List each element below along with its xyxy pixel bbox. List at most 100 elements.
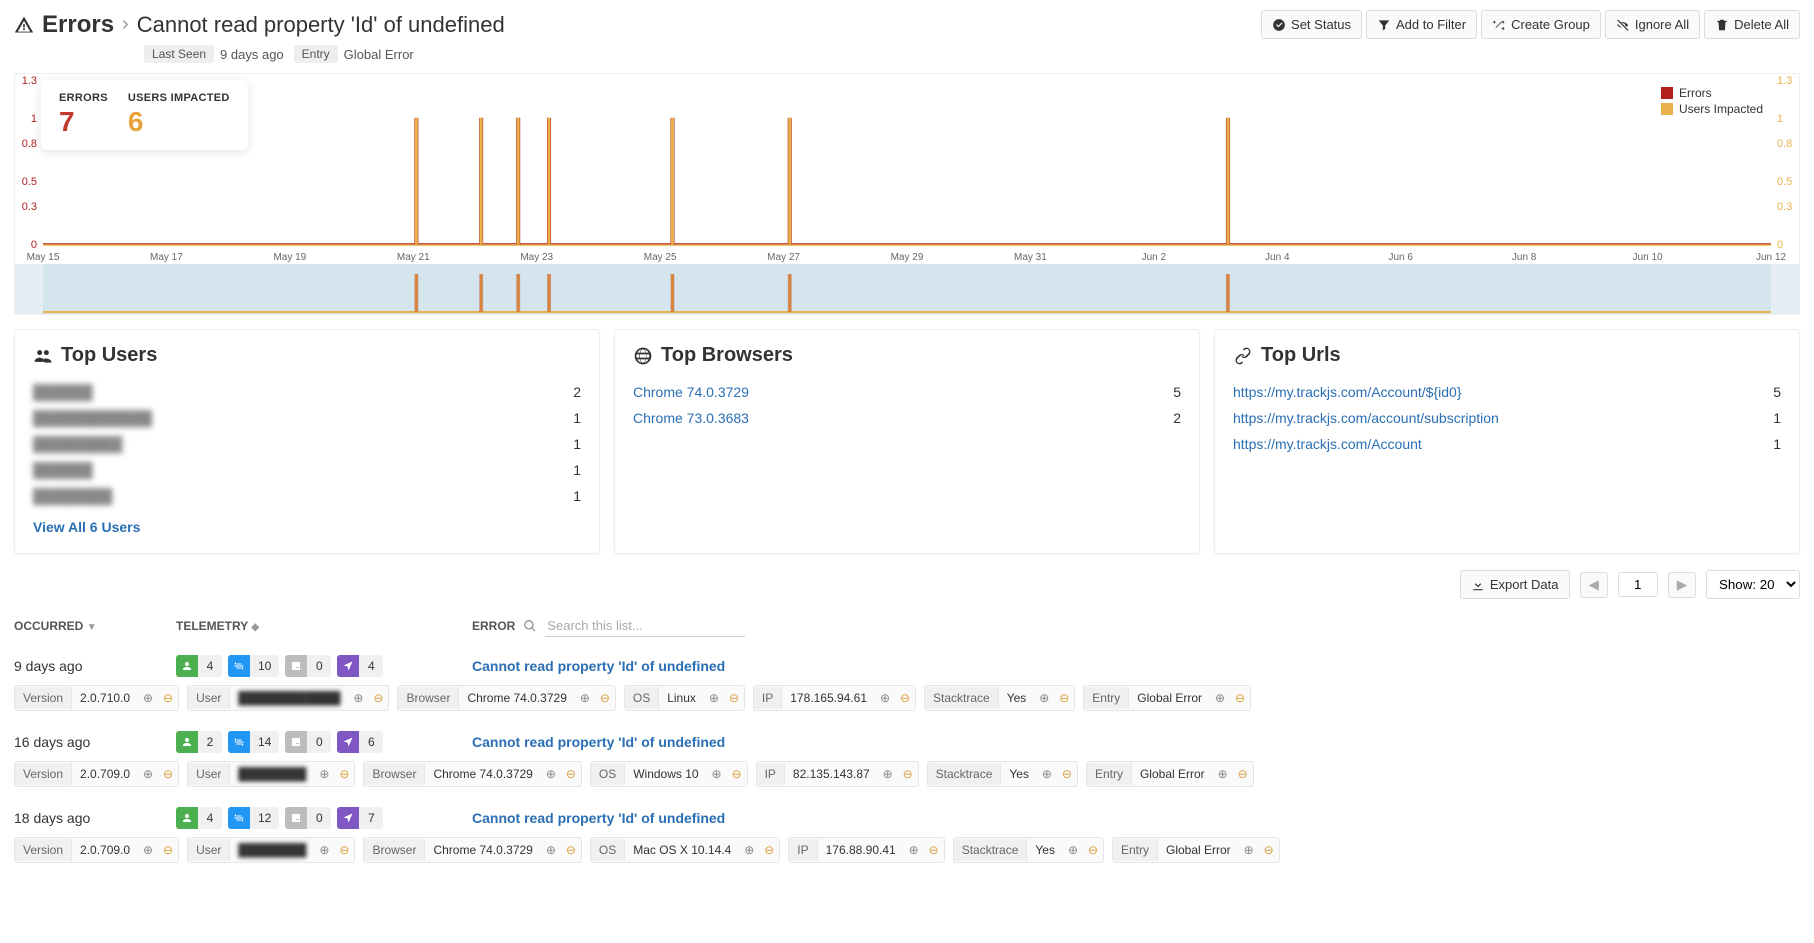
- chip-remove-filter[interactable]: ⊖: [368, 686, 388, 710]
- telemetry-user-badge[interactable]: 4: [176, 655, 222, 677]
- panel-row-label[interactable]: ████████: [33, 488, 112, 504]
- chip-remove-filter[interactable]: ⊖: [724, 686, 744, 710]
- chip-add-filter[interactable]: ⊕: [138, 838, 158, 862]
- chip-add-filter[interactable]: ⊕: [904, 838, 924, 862]
- panel-row[interactable]: https://my.trackjs.com/Account1: [1233, 431, 1781, 457]
- telemetry-net-badge[interactable]: 14: [228, 731, 279, 753]
- chip-remove-filter[interactable]: ⊖: [898, 762, 918, 786]
- telemetry-nav-badge[interactable]: 4: [337, 655, 383, 677]
- chip-remove-filter[interactable]: ⊖: [727, 762, 747, 786]
- telemetry-console-badge[interactable]: 0: [285, 731, 331, 753]
- chip-remove-filter[interactable]: ⊖: [158, 686, 178, 710]
- show-count-select[interactable]: Show: 20: [1706, 570, 1800, 599]
- panel-row-label[interactable]: ████████████: [33, 410, 152, 426]
- chip-remove-filter[interactable]: ⊖: [759, 838, 779, 862]
- telemetry-nav-badge[interactable]: 6: [337, 731, 383, 753]
- error-message-link[interactable]: Cannot read property 'Id' of undefined: [472, 734, 1800, 750]
- chip-add-filter[interactable]: ⊕: [1239, 838, 1259, 862]
- chip-remove-filter[interactable]: ⊖: [334, 838, 354, 862]
- panel-row-label[interactable]: https://my.trackjs.com/Account: [1233, 436, 1422, 452]
- ignore-all-button[interactable]: Ignore All: [1605, 10, 1700, 39]
- telemetry-user-badge[interactable]: 2: [176, 731, 222, 753]
- col-telemetry-header[interactable]: TELEMETRY ◆: [176, 619, 452, 633]
- chip-remove-filter[interactable]: ⊖: [1054, 686, 1074, 710]
- chip-add-filter[interactable]: ⊕: [1034, 686, 1054, 710]
- chip-remove-filter[interactable]: ⊖: [158, 838, 178, 862]
- chip-remove-filter[interactable]: ⊖: [1230, 686, 1250, 710]
- add-to-filter-button[interactable]: Add to Filter: [1366, 10, 1477, 39]
- chip-add-filter[interactable]: ⊕: [314, 762, 334, 786]
- chip-remove-filter[interactable]: ⊖: [334, 762, 354, 786]
- chip-add-filter[interactable]: ⊕: [875, 686, 895, 710]
- col-occurred-header[interactable]: OCCURRED ▼: [14, 619, 156, 633]
- telemetry-console-badge[interactable]: 0: [285, 655, 331, 677]
- panel-row-label[interactable]: https://my.trackjs.com/Account/${id0}: [1233, 384, 1462, 400]
- panel-row-label[interactable]: ██████: [33, 462, 93, 478]
- panel-row[interactable]: ████████████1: [33, 405, 581, 431]
- telemetry-nav-badge[interactable]: 7: [337, 807, 383, 829]
- chip-add-filter[interactable]: ⊕: [541, 838, 561, 862]
- telemetry-net-badge[interactable]: 10: [228, 655, 279, 677]
- telemetry-user-badge[interactable]: 4: [176, 807, 222, 829]
- chip-add-filter[interactable]: ⊕: [541, 762, 561, 786]
- chip-add-filter[interactable]: ⊕: [138, 686, 158, 710]
- panel-row-label[interactable]: Chrome 73.0.3683: [633, 410, 749, 426]
- main-chart-svg[interactable]: 00.30.50.811.300.30.50.811.3May 15May 17…: [15, 74, 1799, 264]
- chip-add-filter[interactable]: ⊕: [138, 762, 158, 786]
- brush-chart-svg[interactable]: [15, 264, 1799, 314]
- panel-row-label[interactable]: Chrome 74.0.3729: [633, 384, 749, 400]
- chip-label: Version: [15, 687, 72, 709]
- panel-row[interactable]: ██████1: [33, 457, 581, 483]
- set-status-button[interactable]: Set Status: [1261, 10, 1362, 39]
- panel-row[interactable]: https://my.trackjs.com/account/subscript…: [1233, 405, 1781, 431]
- panel-row[interactable]: █████████1: [33, 431, 581, 457]
- panel-row[interactable]: ████████1: [33, 483, 581, 509]
- chip-remove-filter[interactable]: ⊖: [595, 686, 615, 710]
- prev-page-button[interactable]: ◀: [1580, 572, 1608, 598]
- chip-remove-filter[interactable]: ⊖: [561, 838, 581, 862]
- chip-add-filter[interactable]: ⊕: [1210, 686, 1230, 710]
- panel-row[interactable]: Chrome 74.0.37295: [633, 379, 1181, 405]
- panel-row[interactable]: https://my.trackjs.com/Account/${id0}5: [1233, 379, 1781, 405]
- chip-remove-filter[interactable]: ⊖: [561, 762, 581, 786]
- chip-add-filter[interactable]: ⊕: [1213, 762, 1233, 786]
- chip-add-filter[interactable]: ⊕: [878, 762, 898, 786]
- error-message-link[interactable]: Cannot read property 'Id' of undefined: [472, 810, 1800, 826]
- sort-icon: ◆: [251, 622, 259, 633]
- summary-card: ERRORS 7 USERS IMPACTED 6: [41, 80, 248, 150]
- telemetry-console-badge[interactable]: 0: [285, 807, 331, 829]
- next-page-button[interactable]: ▶: [1668, 572, 1696, 598]
- panel-row[interactable]: ██████2: [33, 379, 581, 405]
- chip-add-filter[interactable]: ⊕: [348, 686, 368, 710]
- page-number-input[interactable]: [1618, 572, 1658, 597]
- chip-remove-filter[interactable]: ⊖: [158, 762, 178, 786]
- chip-add-filter[interactable]: ⊕: [704, 686, 724, 710]
- svg-text:Jun 6: Jun 6: [1388, 252, 1413, 263]
- view-all-users-link[interactable]: View All 6 Users: [33, 519, 581, 535]
- panel-row-label[interactable]: https://my.trackjs.com/account/subscript…: [1233, 410, 1499, 426]
- chip-remove-filter[interactable]: ⊖: [1083, 838, 1103, 862]
- export-data-button[interactable]: Export Data: [1460, 570, 1570, 599]
- chip-add-filter[interactable]: ⊕: [1037, 762, 1057, 786]
- chip-remove-filter[interactable]: ⊖: [924, 838, 944, 862]
- chip-remove-filter[interactable]: ⊖: [1233, 762, 1253, 786]
- chip-remove-filter[interactable]: ⊖: [1057, 762, 1077, 786]
- chip-add-filter[interactable]: ⊕: [575, 686, 595, 710]
- chip-value: Windows 10: [625, 763, 706, 785]
- chip-remove-filter[interactable]: ⊖: [1259, 838, 1279, 862]
- telemetry-net-badge[interactable]: 12: [228, 807, 279, 829]
- delete-all-button[interactable]: Delete All: [1704, 10, 1800, 39]
- trash-icon: [1715, 18, 1729, 32]
- panel-row-label[interactable]: ██████: [33, 384, 93, 400]
- chip-add-filter[interactable]: ⊕: [1063, 838, 1083, 862]
- panel-row[interactable]: Chrome 73.0.36832: [633, 405, 1181, 431]
- error-message-link[interactable]: Cannot read property 'Id' of undefined: [472, 658, 1800, 674]
- panel-row-label[interactable]: █████████: [33, 436, 122, 452]
- chip-add-filter[interactable]: ⊕: [707, 762, 727, 786]
- chip-add-filter[interactable]: ⊕: [314, 838, 334, 862]
- create-group-button[interactable]: Create Group: [1481, 10, 1601, 39]
- chip-remove-filter[interactable]: ⊖: [895, 686, 915, 710]
- legend-errors: Errors: [1679, 86, 1712, 100]
- chip-add-filter[interactable]: ⊕: [739, 838, 759, 862]
- search-input[interactable]: [545, 615, 745, 637]
